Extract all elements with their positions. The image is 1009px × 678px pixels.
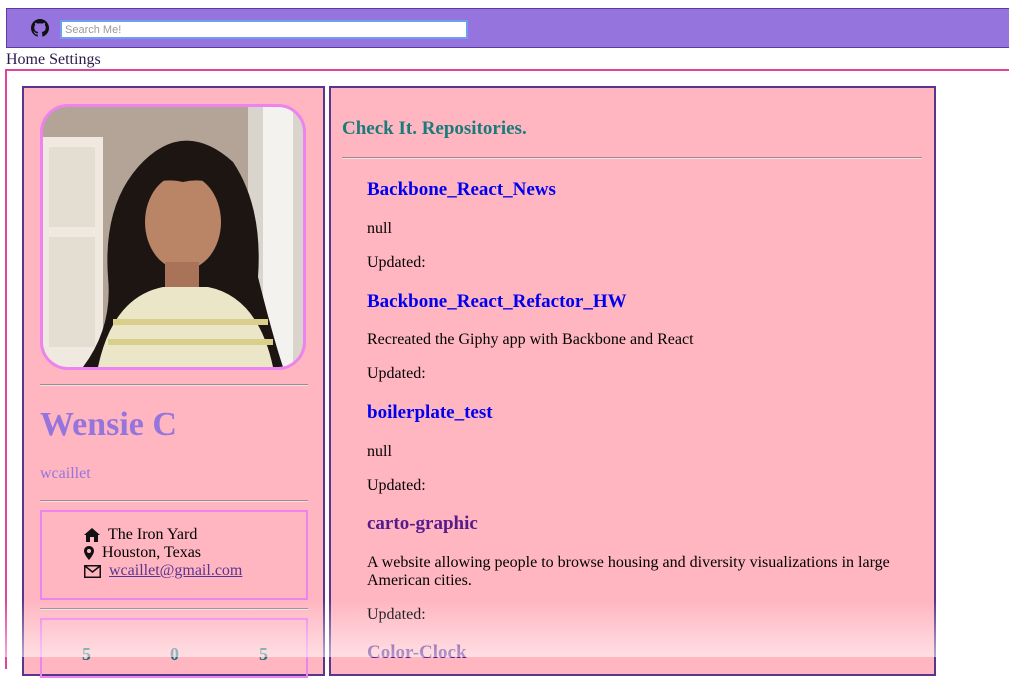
- repo-updated: Updated:: [367, 477, 426, 494]
- profile-panel: Wensie C wcaillet The Iron Yard Houston,…: [22, 86, 325, 678]
- divider: [40, 608, 308, 610]
- repo-name-link[interactable]: boilerplate_test: [367, 402, 493, 424]
- profile-login-link[interactable]: wcaillet: [40, 465, 91, 483]
- company-row: The Iron Yard: [84, 526, 197, 544]
- stat-value: 5: [82, 644, 91, 664]
- location-row: Houston, Texas: [84, 544, 201, 562]
- repo-updated: Updated:: [367, 254, 426, 271]
- divider: [40, 500, 308, 502]
- envelope-icon: [84, 564, 101, 578]
- repo-updated: Updated:: [367, 606, 426, 623]
- repo-description: null: [367, 220, 392, 237]
- profile-stats-box: 5 0 5: [40, 618, 308, 678]
- github-icon[interactable]: [31, 19, 49, 37]
- repo-description: Recreated the Giphy app with Backbone an…: [367, 331, 694, 348]
- search-input[interactable]: [60, 20, 468, 39]
- repo-description: null: [367, 443, 392, 460]
- divider: [40, 384, 308, 386]
- repositories-heading: Check It. Repositories.: [342, 118, 527, 139]
- divider: [342, 157, 922, 159]
- main-nav: Home Settings: [6, 51, 101, 69]
- avatar-image: [43, 107, 303, 367]
- email-row: wcaillet@gmail.com: [84, 562, 242, 580]
- repo-name-link[interactable]: Backbone_React_Refactor_HW: [367, 291, 627, 313]
- stat-value: 0: [170, 644, 179, 664]
- home-icon: [84, 528, 100, 542]
- repo-description: A website allowing people to browse hous…: [367, 554, 890, 589]
- repo-name-link[interactable]: Color-Clock: [367, 642, 467, 664]
- profile-info-box: The Iron Yard Houston, Texas wcaillet@gm…: [40, 510, 308, 600]
- repo-name-link[interactable]: Backbone_React_News: [367, 179, 556, 201]
- location-text: Houston, Texas: [102, 544, 202, 561]
- company-text: The Iron Yard: [108, 526, 198, 543]
- nav-settings-link[interactable]: Settings: [49, 51, 101, 68]
- nav-home-link[interactable]: Home: [6, 51, 45, 68]
- email-link[interactable]: wcaillet@gmail.com: [109, 562, 242, 580]
- repo-name-link[interactable]: carto-graphic: [367, 513, 478, 535]
- repositories-panel: Check It. Repositories. Backbone_React_N…: [329, 86, 936, 676]
- map-marker-icon: [84, 546, 94, 560]
- profile-name: Wensie C: [40, 406, 177, 443]
- repo-updated: Updated:: [367, 365, 426, 382]
- avatar: [40, 104, 306, 370]
- stat-value: 5: [259, 644, 268, 664]
- top-header: [6, 8, 1009, 48]
